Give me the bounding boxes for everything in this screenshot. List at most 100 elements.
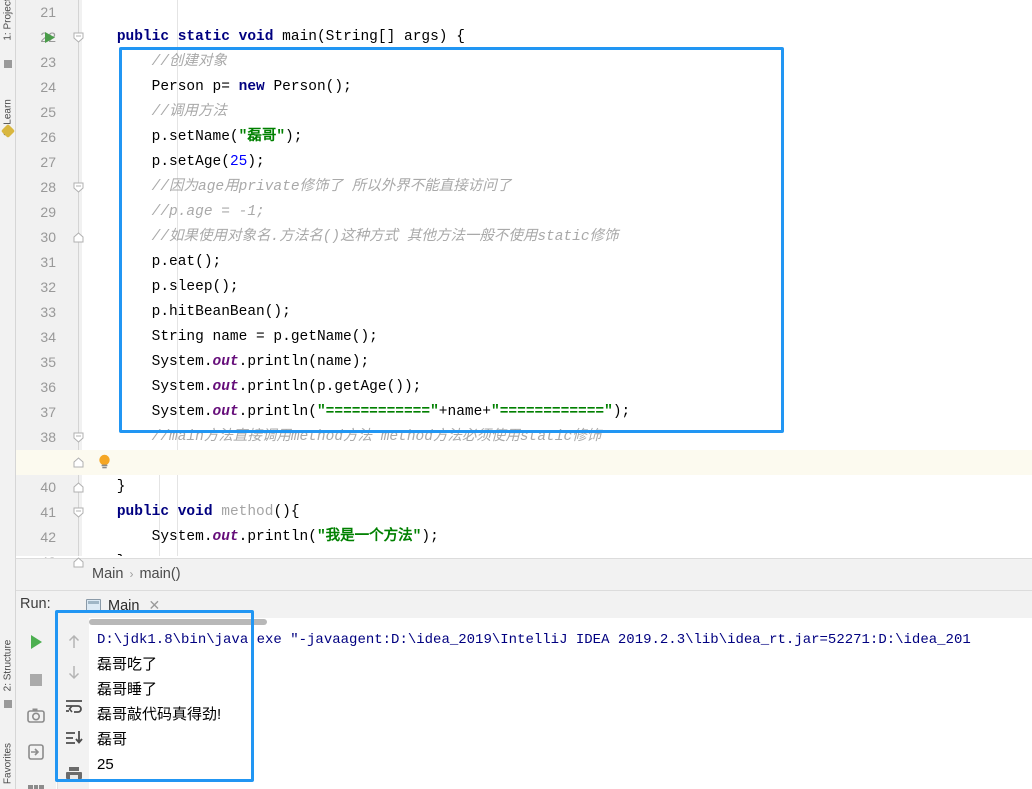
- code-line[interactable]: System.out.println("我是一个方法");: [82, 525, 1032, 550]
- line-number[interactable]: 40: [12, 475, 56, 500]
- run-gutter-icon[interactable]: [44, 31, 56, 44]
- arrow-down-icon[interactable]: [64, 662, 84, 682]
- code-line[interactable]: //如果使用对象名.方法名()这种方式 其他方法一般不使用static修饰: [82, 225, 1032, 250]
- line-number[interactable]: 38: [12, 425, 56, 450]
- line-number[interactable]: 29: [12, 200, 56, 225]
- code-line[interactable]: p.sleep();: [82, 275, 1032, 300]
- code-line[interactable]: p.hitBeanBean();: [82, 300, 1032, 325]
- console-output-line: 磊哥吃了: [97, 656, 158, 673]
- code-token: String name = p.getName();: [82, 329, 378, 345]
- run-window-header: Run: Main ✕: [16, 590, 1032, 618]
- line-number[interactable]: 31: [12, 250, 56, 275]
- run-toolbar-primary[interactable]: [16, 618, 56, 789]
- rerun-icon[interactable]: [26, 632, 46, 652]
- code-line[interactable]: }: [82, 475, 1032, 500]
- code-token: //因为age用private修饰了 所以外界不能直接访问了: [82, 179, 512, 195]
- fold-collapse-icon[interactable]: [73, 432, 84, 443]
- sidebar-tab-favorites[interactable]: Favorites: [3, 734, 14, 789]
- code-token: public: [116, 29, 170, 45]
- code-line[interactable]: //创建对象: [82, 50, 1032, 75]
- scroll-to-end-icon[interactable]: [64, 728, 84, 748]
- console-output[interactable]: D:\jdk1.8\bin\java.exe "-javaagent:D:\id…: [89, 618, 1032, 789]
- line-number[interactable]: 30: [12, 225, 56, 250]
- console-command-line: D:\jdk1.8\bin\java.exe "-javaagent:D:\id…: [97, 632, 971, 648]
- code-token: }: [82, 554, 126, 556]
- code-line[interactable]: public static void main(String[] args) {: [82, 25, 1032, 50]
- run-config-icon: [86, 599, 101, 612]
- code-line[interactable]: //调用方法: [82, 100, 1032, 125]
- code-token: p.setAge(: [82, 154, 230, 170]
- code-token: .println(name);: [238, 354, 370, 370]
- caret-line-highlight: [16, 450, 1032, 475]
- code-token: "磊哥": [238, 129, 286, 145]
- run-tab-label: Main: [108, 597, 140, 614]
- code-token: "============": [316, 404, 439, 420]
- console-scrollbar-thumb[interactable]: [89, 619, 267, 625]
- code-line[interactable]: Person p= new Person();: [82, 75, 1032, 100]
- fold-end-icon[interactable]: [73, 232, 84, 243]
- intention-bulb-icon[interactable]: [97, 454, 112, 470]
- console-output-line: 25: [97, 756, 114, 773]
- fold-end-icon[interactable]: [73, 457, 84, 468]
- code-token: );: [612, 404, 631, 420]
- stop-icon[interactable]: [26, 670, 46, 690]
- line-number[interactable]: 36: [12, 375, 56, 400]
- export-icon[interactable]: [26, 742, 46, 762]
- line-number[interactable]: 24: [12, 75, 56, 100]
- soft-wrap-icon[interactable]: [64, 696, 84, 716]
- line-number[interactable]: 26: [12, 125, 56, 150]
- line-number[interactable]: 37: [12, 400, 56, 425]
- line-number[interactable]: 35: [12, 350, 56, 375]
- breadcrumb-class[interactable]: Main: [92, 566, 123, 582]
- line-number[interactable]: 33: [12, 300, 56, 325]
- fold-end-icon[interactable]: [73, 482, 84, 493]
- code-line[interactable]: System.out.println(p.getAge());: [82, 375, 1032, 400]
- code-line[interactable]: }: [82, 550, 1032, 556]
- code-token: System.: [82, 404, 213, 420]
- code-token: System.: [82, 529, 213, 545]
- code-line[interactable]: p.setName("磊哥");: [82, 125, 1032, 150]
- grid-icon[interactable]: [26, 780, 46, 789]
- code-token: //创建对象: [82, 54, 228, 70]
- code-line[interactable]: System.out.println(name);: [82, 350, 1032, 375]
- print-icon[interactable]: [64, 764, 84, 784]
- code-line[interactable]: //main方法直接调用method方法 method方法必须使用static修…: [82, 425, 1032, 450]
- line-number[interactable]: 27: [12, 150, 56, 175]
- code-line[interactable]: //因为age用private修饰了 所以外界不能直接访问了: [82, 175, 1032, 200]
- fold-collapse-icon[interactable]: [73, 32, 84, 43]
- line-number[interactable]: 21: [12, 0, 56, 25]
- close-icon[interactable]: ✕: [148, 597, 160, 614]
- line-number[interactable]: 34: [12, 325, 56, 350]
- code-line[interactable]: System.out.println("============"+name+"…: [82, 400, 1032, 425]
- code-line[interactable]: String name = p.getName();: [82, 325, 1032, 350]
- console-output-line: 磊哥睡了: [97, 681, 158, 698]
- console-scrollbar[interactable]: [89, 618, 1032, 626]
- fold-collapse-icon[interactable]: [73, 182, 84, 193]
- code-line[interactable]: //p.age = -1;: [82, 200, 1032, 225]
- sidebar-tab-structure[interactable]: 2: Structure: [3, 636, 14, 696]
- code-token: .println(p.getAge());: [238, 379, 422, 395]
- camera-icon[interactable]: [26, 706, 46, 726]
- line-number[interactable]: 28: [12, 175, 56, 200]
- line-number[interactable]: 42: [12, 525, 56, 550]
- line-number[interactable]: 41: [12, 500, 56, 525]
- line-number[interactable]: 23: [12, 50, 56, 75]
- run-tab-main[interactable]: Main ✕: [82, 594, 164, 617]
- breadcrumb-method[interactable]: main(): [139, 566, 180, 582]
- code-token: +name+: [438, 404, 492, 420]
- fold-end-icon[interactable]: [73, 557, 84, 568]
- breadcrumb[interactable]: Main › main(): [92, 566, 181, 582]
- code-line[interactable]: [82, 0, 1032, 25]
- run-toolbar-secondary[interactable]: [57, 618, 89, 789]
- code-line[interactable]: p.eat();: [82, 250, 1032, 275]
- fold-collapse-icon[interactable]: [73, 507, 84, 518]
- line-number[interactable]: 25: [12, 100, 56, 125]
- code-line[interactable]: p.setAge(25);: [82, 150, 1032, 175]
- code-line[interactable]: public void method(){: [82, 500, 1032, 525]
- code-token: out: [212, 354, 239, 370]
- line-number[interactable]: 32: [12, 275, 56, 300]
- arrow-up-icon[interactable]: [64, 632, 84, 652]
